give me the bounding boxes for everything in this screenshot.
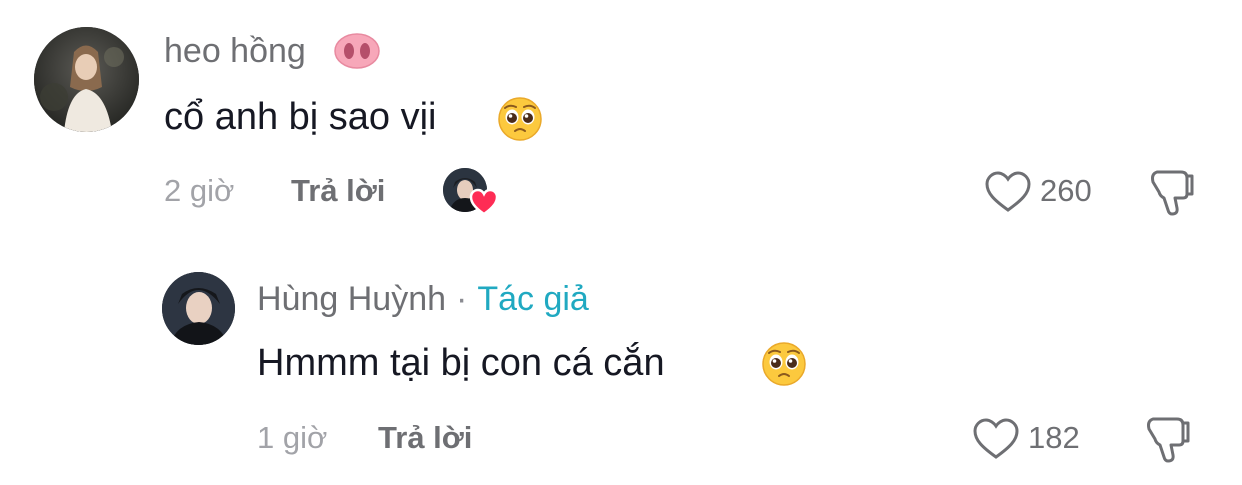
like-icon[interactable]	[984, 170, 1032, 214]
comment-time: 2 giờ	[164, 173, 235, 208]
pleading-face-icon	[761, 341, 807, 387]
creator-liked-badge	[443, 168, 503, 218]
comment-time: 1 giờ	[257, 420, 328, 455]
heart-icon	[469, 188, 499, 216]
avatar[interactable]	[34, 27, 139, 132]
like-count: 182	[1028, 420, 1080, 455]
comment-text: Hmmm tại bị con cá cắn	[257, 342, 665, 384]
pleading-face-icon	[497, 96, 543, 142]
dislike-icon[interactable]	[1141, 415, 1193, 465]
reply-button[interactable]: Trả lời	[291, 173, 385, 209]
dislike-icon[interactable]	[1145, 168, 1197, 218]
like-count: 260	[1040, 173, 1092, 208]
like-icon[interactable]	[972, 417, 1020, 461]
username[interactable]: heo hồng	[164, 32, 306, 71]
username[interactable]: Hùng Huỳnh · Tác giả	[257, 280, 589, 319]
separator-dot: ·	[456, 280, 468, 318]
reply-button[interactable]: Trả lời	[378, 420, 472, 456]
pig-nose-icon	[334, 33, 380, 69]
comment-text: cổ anh bị sao vịi	[164, 96, 437, 138]
avatar[interactable]	[162, 272, 235, 345]
author-tag: Tác giả	[477, 280, 589, 318]
